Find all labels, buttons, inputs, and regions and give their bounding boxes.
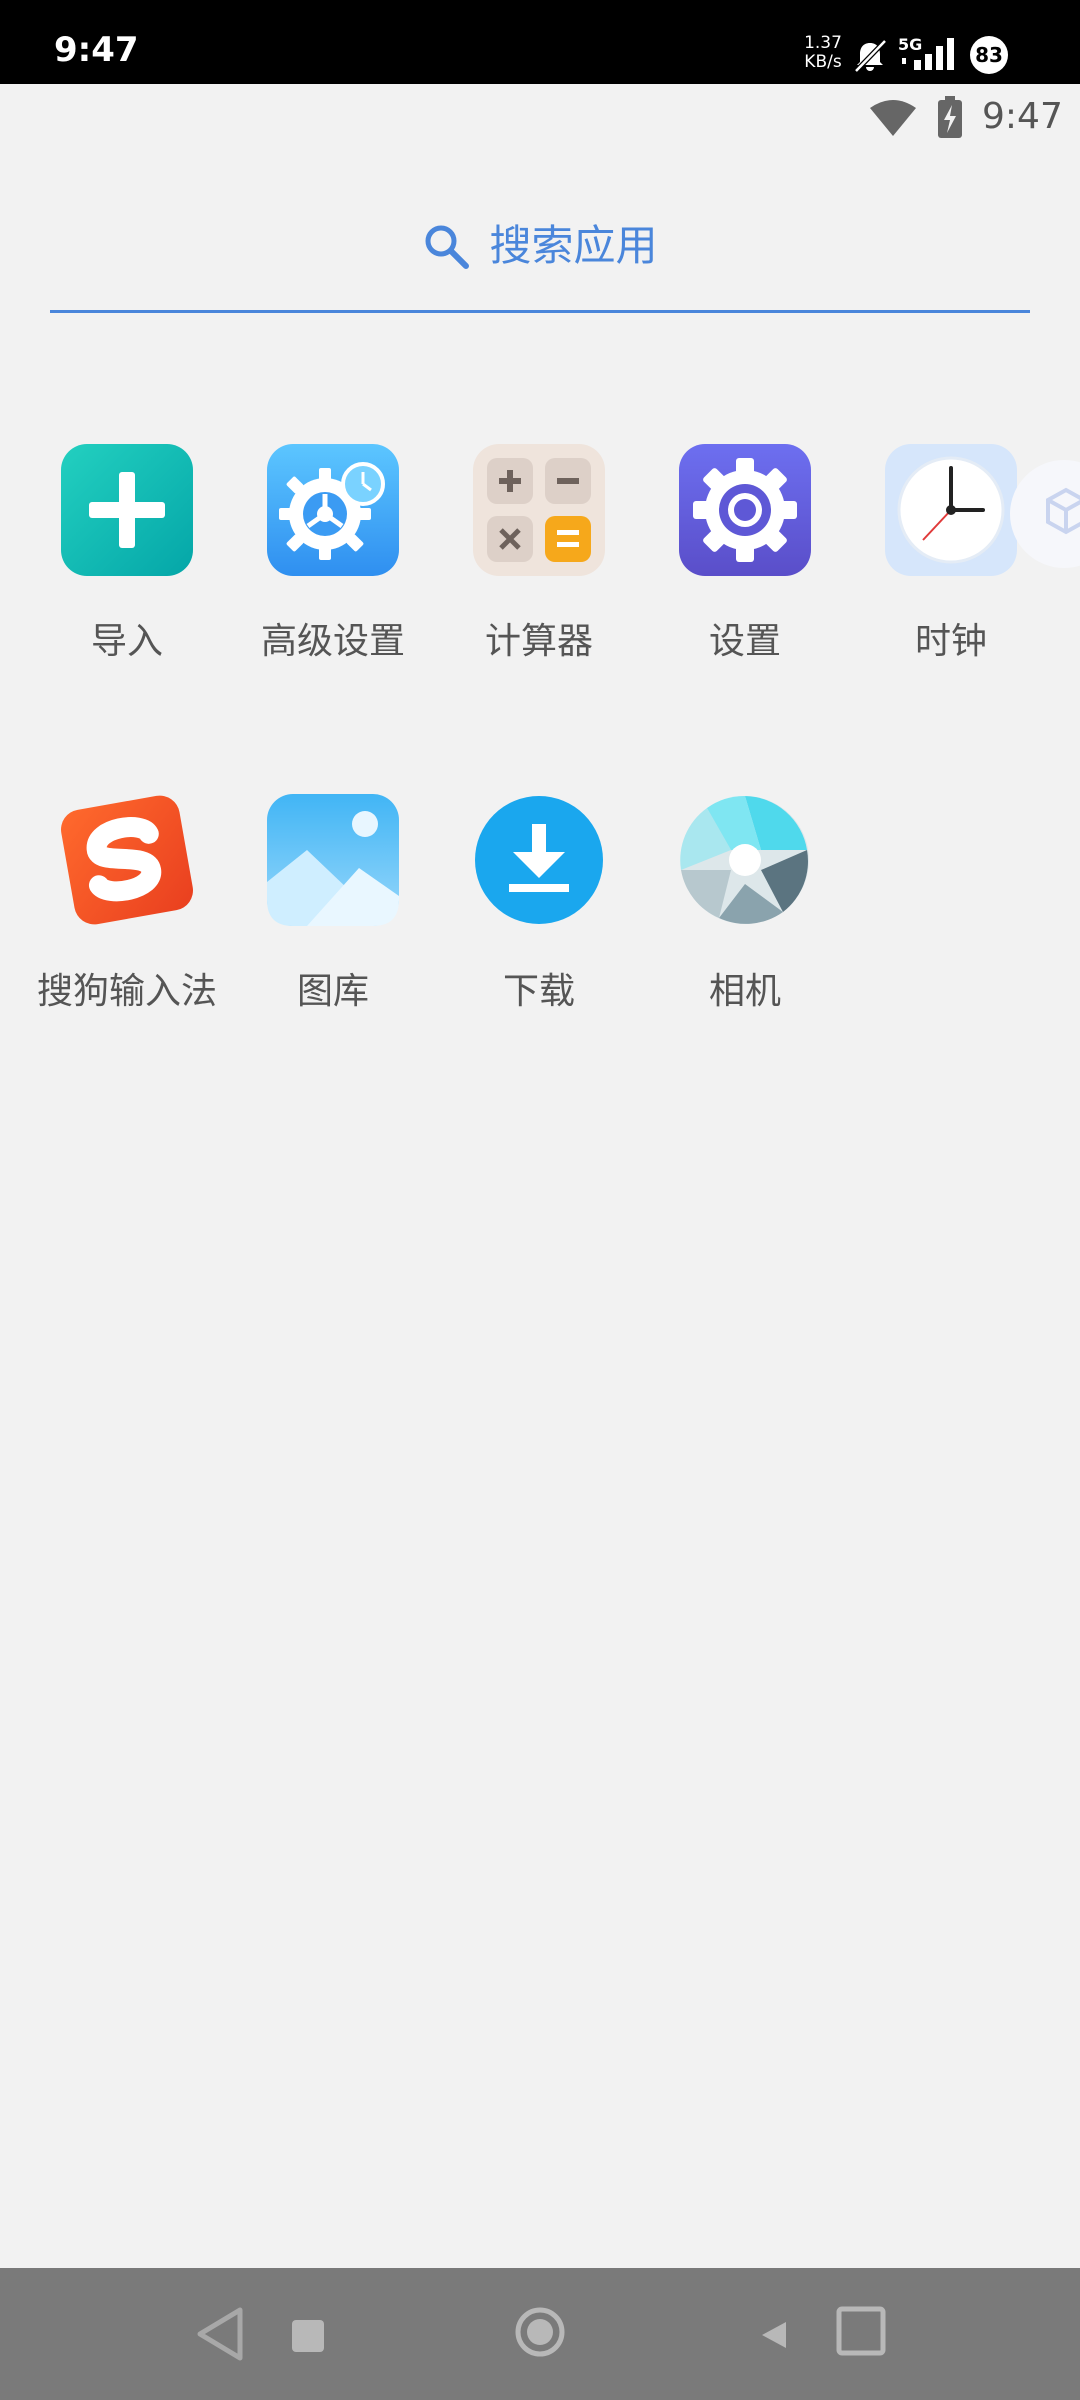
- app-import[interactable]: 导入: [24, 444, 230, 704]
- play-back-icon[interactable]: [758, 2320, 788, 2350]
- floating-ball-icon[interactable]: [1008, 458, 1080, 570]
- download-icon: [475, 796, 603, 924]
- navigation-bar: [0, 2268, 1080, 2400]
- wifi-icon: [870, 100, 916, 136]
- network-speed-unit: KB/s: [804, 52, 842, 72]
- home-icon[interactable]: [514, 2306, 566, 2358]
- app-drawer-screen: 9:47 1.37 KB/s 5G 83 9:47 搜索应用 导入 高级设置 计…: [0, 0, 1080, 2400]
- app-calculator[interactable]: 计算器: [436, 444, 642, 704]
- search-icon: [425, 225, 470, 269]
- back-icon[interactable]: [196, 2306, 244, 2362]
- network-speed: 1.37 KB/s: [800, 34, 846, 72]
- sogou-input-icon: [61, 795, 193, 925]
- gallery-icon: [267, 794, 399, 926]
- advanced-settings-icon: [267, 444, 399, 576]
- recents-icon[interactable]: [836, 2306, 886, 2356]
- app-gallery[interactable]: 图库: [230, 794, 436, 1054]
- search-placeholder: 搜索应用: [489, 221, 658, 270]
- clock-icon: [885, 444, 1017, 576]
- settings-icon: [679, 444, 811, 576]
- system-status-bar: 9:47 1.37 KB/s 5G 83: [0, 0, 1080, 84]
- search-bar[interactable]: 搜索应用: [50, 204, 1030, 313]
- stop-icon[interactable]: [292, 2320, 324, 2352]
- app-camera[interactable]: 相机: [642, 794, 848, 1054]
- network-speed-value: 1.37: [804, 33, 842, 53]
- app-label: 相机: [708, 971, 781, 1012]
- camera-icon: [680, 795, 809, 924]
- import-icon: [61, 444, 193, 576]
- battery-level: 83: [970, 36, 1008, 74]
- notifications-muted-icon: [854, 39, 887, 73]
- battery-charging-icon: [938, 96, 962, 138]
- calculator-icon: [473, 444, 605, 576]
- app-advanced-settings[interactable]: 高级设置: [230, 444, 436, 704]
- app-clock: 9:47: [982, 96, 1063, 137]
- app-label: 时钟: [914, 621, 987, 662]
- app-settings[interactable]: 设置: [642, 444, 848, 704]
- app-sogou-input[interactable]: 搜狗输入法: [24, 794, 230, 1054]
- cell-signal-icon: [902, 38, 954, 70]
- app-download[interactable]: 下载: [436, 794, 642, 1054]
- status-time: 9:47: [54, 30, 139, 70]
